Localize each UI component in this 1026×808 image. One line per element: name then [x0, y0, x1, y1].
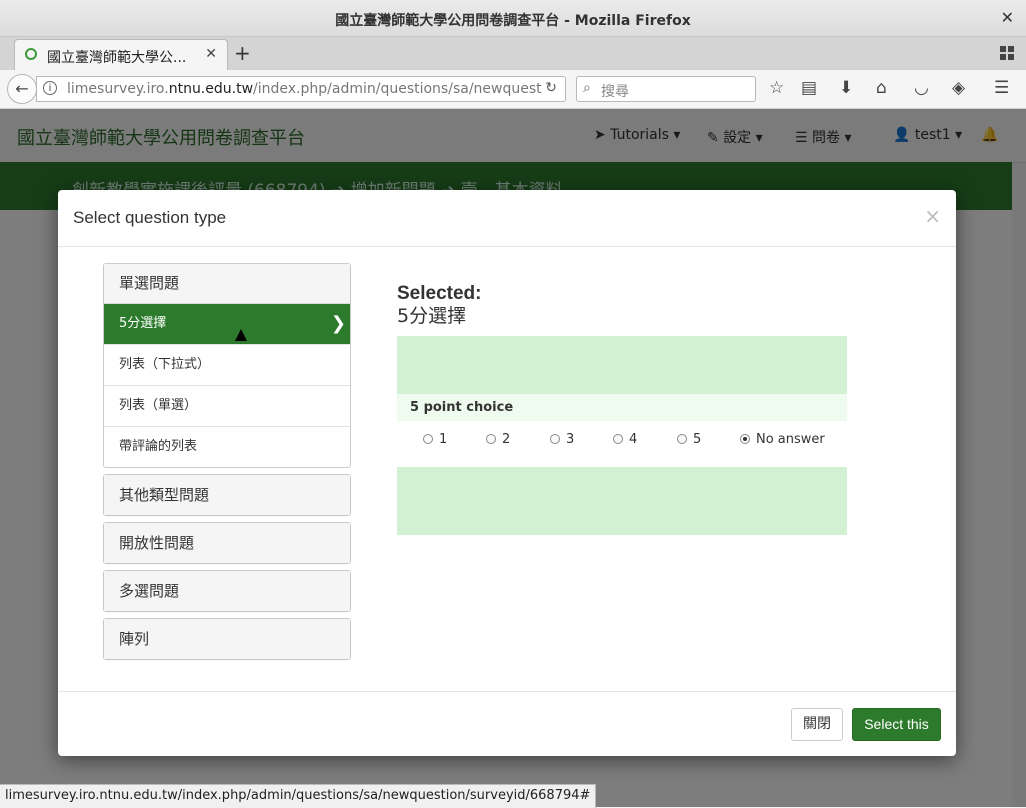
answer-option: 4	[613, 432, 637, 447]
limesurvey-favicon-icon	[25, 48, 37, 60]
answer-option: 3	[550, 432, 574, 447]
group-header[interactable]: 陣列	[104, 619, 350, 659]
back-button[interactable]: ←	[7, 74, 37, 104]
question-type-5-point-choice[interactable]: 5分選擇 ❯	[104, 304, 350, 345]
selected-type-name: 5分選擇	[397, 305, 467, 327]
search-icon: ⌕	[583, 80, 591, 96]
modal-footer: 關閉 Select this	[58, 691, 956, 757]
group-header[interactable]: 多選問題	[104, 571, 350, 611]
group-arrays: 陣列	[103, 618, 351, 660]
question-group-list: 單選問題 5分選擇 ❯ 列表（下拉式） 列表（單選） 帶評論的列表 其他類型問題…	[103, 263, 351, 666]
question-type-label: 5分選擇	[119, 316, 167, 331]
group-header[interactable]: 開放性問題	[104, 523, 350, 563]
site-info-icon[interactable]: i	[43, 81, 57, 95]
group-header[interactable]: 其他類型問題	[104, 475, 350, 515]
answer-option: 1	[423, 432, 447, 447]
group-multiple-choice: 多選問題	[103, 570, 351, 612]
modal-title: Select question type	[73, 208, 227, 227]
status-bar-url: limesurvey.iro.ntnu.edu.tw/index.php/adm…	[0, 784, 597, 808]
radio-icon	[550, 434, 560, 444]
tab-close-icon[interactable]: ✕	[205, 46, 217, 62]
window-titlebar: 國立臺灣師範大學公用問卷調查平台 - Mozilla Firefox ✕	[0, 0, 1026, 37]
modal-close-icon[interactable]: ×	[924, 204, 941, 228]
reading-list-icon[interactable]: ▤	[801, 78, 817, 98]
question-type-list-radio[interactable]: 列表（單選）	[104, 386, 350, 427]
select-question-type-modal: Select question type × 單選問題 5分選擇 ❯ 列表（下拉…	[58, 190, 956, 756]
home-icon[interactable]: ⌂	[876, 78, 887, 98]
modal-header: Select question type ×	[58, 190, 956, 247]
radio-icon	[486, 434, 496, 444]
search-placeholder: 搜尋	[601, 84, 629, 100]
preview-footer-box	[397, 467, 847, 535]
preview-question-row: 5 point choice	[397, 394, 847, 421]
search-input[interactable]: ⌕ 搜尋	[576, 76, 756, 102]
tab-bar: 國立臺灣師範大學公... ✕	[0, 37, 1026, 71]
preview-header-box	[397, 336, 847, 394]
answer-option-no-answer: No answer	[740, 432, 825, 447]
radio-icon	[423, 434, 433, 444]
tab-list-icon[interactable]	[1000, 46, 1014, 60]
select-this-button[interactable]: Select this	[852, 708, 941, 741]
answer-option: 5	[677, 432, 701, 447]
downloads-icon[interactable]: ⬇	[839, 78, 853, 98]
window-close-icon[interactable]: ✕	[1001, 8, 1014, 27]
chevron-right-icon: ❯	[330, 313, 346, 334]
question-preview: Selected: 5分選擇 5 point choice 1 2 3 4 5 …	[397, 283, 847, 535]
close-button[interactable]: 關閉	[791, 708, 843, 741]
hamburger-menu-icon[interactable]: ☰	[994, 78, 1009, 98]
question-type-list-dropdown[interactable]: 列表（下拉式）	[104, 345, 350, 386]
radio-checked-icon	[740, 434, 750, 444]
sync-icon[interactable]: ◈	[952, 78, 965, 98]
url-bar[interactable]: i limesurvey.iro.ntnu.edu.tw/index.php/a…	[36, 76, 566, 102]
navigation-toolbar: i limesurvey.iro.ntnu.edu.tw/index.php/a…	[0, 70, 1026, 109]
tab-label: 國立臺灣師範大學公...	[47, 50, 187, 66]
group-text-questions: 開放性問題	[103, 522, 351, 564]
url-text[interactable]: limesurvey.iro.ntnu.edu.tw/index.php/adm…	[67, 81, 542, 97]
browser-tab[interactable]: 國立臺灣師範大學公... ✕	[14, 39, 228, 71]
bookmark-star-icon[interactable]: ☆	[769, 78, 784, 98]
reload-icon[interactable]: ↻	[545, 80, 557, 96]
radio-icon	[613, 434, 623, 444]
answer-option: 2	[486, 432, 510, 447]
preview-question-text: 5 point choice	[410, 400, 514, 415]
window-title: 國立臺灣師範大學公用問卷調查平台 - Mozilla Firefox	[335, 13, 691, 29]
group-header[interactable]: 單選問題	[104, 264, 350, 304]
group-single-choice: 單選問題 5分選擇 ❯ 列表（下拉式） 列表（單選） 帶評論的列表	[103, 263, 351, 468]
selected-label: Selected:	[397, 283, 482, 304]
new-tab-icon[interactable]: +	[234, 41, 251, 65]
preview-answers: 1 2 3 4 5 No answer	[397, 427, 847, 451]
question-type-list-with-comment[interactable]: 帶評論的列表	[104, 427, 350, 467]
group-other-types: 其他類型問題	[103, 474, 351, 516]
radio-icon	[677, 434, 687, 444]
mouse-cursor-icon	[235, 329, 247, 341]
pocket-icon[interactable]: ◡	[914, 78, 929, 98]
